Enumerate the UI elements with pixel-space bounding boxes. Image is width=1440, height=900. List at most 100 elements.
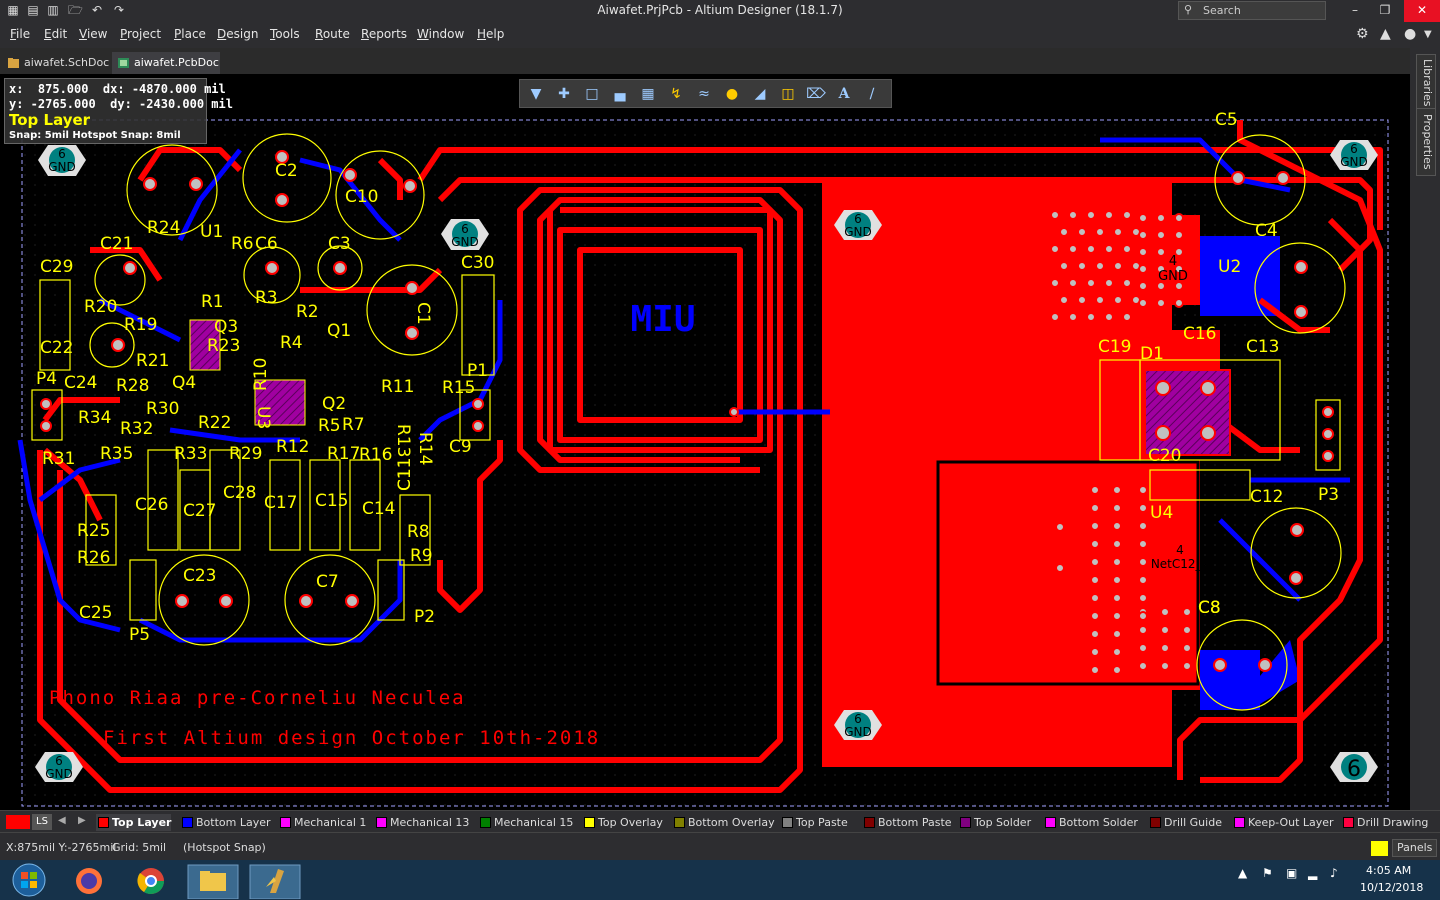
designator-r7[interactable]: R7 [342,415,365,435]
scroll-left-icon[interactable]: ◀ [58,815,66,826]
pcb-board-drawing[interactable]: 6 GND 6 GND 6 GND 6 GND 6 GND 6 GND 6 4 … [0,74,1410,810]
designator-r19[interactable]: R19 [124,315,157,335]
designator-u4[interactable]: U4 [1150,503,1173,523]
text-icon[interactable]: A [833,83,855,105]
menu-place[interactable]: Place [174,27,206,41]
designator-r15[interactable]: R15 [442,378,475,398]
minimize-button[interactable]: – [1340,0,1370,22]
designator-c8[interactable]: C8 [1198,598,1221,618]
designator-c27[interactable]: C27 [183,501,217,521]
designator-r30[interactable]: R30 [146,399,179,419]
designator-p1[interactable]: P1 [467,361,488,381]
layer-tab-mechanical-13[interactable]: Mechanical 13 [374,814,469,831]
designator-r1[interactable]: R1 [201,292,224,312]
designator-c22[interactable]: C22 [40,338,74,358]
clock-time[interactable]: 4:05 AM [1366,864,1411,877]
designator-c3[interactable]: C3 [328,234,351,254]
menu-view[interactable]: View [79,27,107,41]
restore-button[interactable]: ❐ [1370,0,1400,22]
designator-r5[interactable]: R5 [318,416,341,436]
layer-set-button[interactable]: LS [32,814,52,830]
menu-window[interactable]: Window [417,27,464,41]
pcb-editor-canvas[interactable]: 6 GND 6 GND 6 GND 6 GND 6 GND 6 GND 6 4 … [0,74,1410,810]
route-icon[interactable]: ↯ [665,83,687,105]
menu-design[interactable]: Design [217,27,258,41]
layer-tab-bottom-overlay[interactable]: Bottom Overlay [672,814,775,831]
designator-r8[interactable]: R8 [407,522,430,542]
designator-q4[interactable]: Q4 [172,373,196,393]
designator-c9[interactable]: C9 [449,437,472,457]
designator-r32[interactable]: R32 [120,419,153,439]
designator-c23[interactable]: C23 [183,566,217,586]
line-icon[interactable]: ∕ [861,83,883,105]
designator-r2[interactable]: R2 [296,302,319,322]
network-flag-icon[interactable]: ⚑ [1262,866,1273,880]
current-layer-swatch[interactable] [6,815,30,829]
menu-route[interactable]: Route [315,27,350,41]
designator-c7[interactable]: C7 [316,572,339,592]
volume-icon[interactable]: ♪ [1330,866,1338,880]
layer-tab-bottom-layer[interactable]: Bottom Layer [180,814,271,831]
designator-c28[interactable]: C28 [223,483,257,503]
polygon-icon[interactable]: ◫ [777,83,799,105]
layer-tab-top-solder[interactable]: Top Solder [958,814,1031,831]
layer-tab-top-layer[interactable]: Top Layer [96,814,172,831]
pour-icon[interactable]: ◢ [749,83,771,105]
designator-r24[interactable]: R24 [147,218,180,238]
designator-c11[interactable]: C11 [395,457,415,491]
designator-p4[interactable]: P4 [36,369,57,389]
designator-c15[interactable]: C15 [315,491,349,511]
add-icon[interactable]: ✚ [553,83,575,105]
designator-p2[interactable]: P2 [414,607,435,627]
search-input[interactable]: ⚲ Search [1178,1,1326,20]
designator-c10[interactable]: C10 [345,187,379,207]
component-icon[interactable]: ▦ [637,83,659,105]
menu-tools[interactable]: Tools [270,27,300,41]
designator-c24[interactable]: C24 [64,373,98,393]
file-explorer-icon[interactable] [186,863,240,899]
designator-c5[interactable]: C5 [1215,110,1238,130]
designator-r35[interactable]: R35 [100,444,133,464]
designator-r34[interactable]: R34 [78,408,111,428]
scroll-right-icon[interactable]: ▶ [78,815,86,826]
designator-r14[interactable]: R14 [415,432,435,465]
designator-r33[interactable]: R33 [174,444,207,464]
designator-r29[interactable]: R29 [229,444,262,464]
designator-r11[interactable]: R11 [381,377,414,397]
settings-gear-icon[interactable]: ⚙ [1356,26,1369,42]
designator-u1[interactable]: U1 [200,222,223,242]
designator-r6[interactable]: R6 [231,234,254,254]
designator-r12[interactable]: R12 [276,437,309,457]
designator-r22[interactable]: R22 [198,413,231,433]
menu-edit[interactable]: Edit [44,27,67,41]
designator-c21[interactable]: C21 [100,234,134,254]
designator-c20[interactable]: C20 [1148,446,1182,466]
layer-tab-drill-drawing[interactable]: Drill Drawing [1341,814,1428,831]
designator-r21[interactable]: R21 [136,351,169,371]
notification-bell-icon[interactable]: ▲ [1380,26,1391,42]
device-icon[interactable]: ▣ [1286,866,1297,880]
designator-c4[interactable]: C4 [1255,221,1278,241]
designator-q2[interactable]: Q2 [322,394,346,414]
designator-c14[interactable]: C14 [362,499,396,519]
designator-r4[interactable]: R4 [280,333,303,353]
designator-c1[interactable]: C1 [413,302,433,325]
designator-c13[interactable]: C13 [1246,337,1280,357]
close-button[interactable]: ✕ [1404,0,1440,22]
designator-c16[interactable]: C16 [1183,324,1217,344]
firefox-icon[interactable] [62,863,116,899]
filter-icon[interactable]: ▼ [525,83,547,105]
user-account-icon[interactable]: ● [1404,26,1416,42]
pin-icon[interactable]: ● [721,83,743,105]
dimension-icon[interactable]: ⌦ [805,83,827,105]
show-hidden-icons-icon[interactable]: ▲ [1238,866,1247,880]
layer-tab-mechanical-1[interactable]: Mechanical 1 [278,814,366,831]
designator-c6[interactable]: C6 [255,234,278,254]
clock-date[interactable]: 10/12/2018 [1360,881,1423,894]
designator-q1[interactable]: Q1 [327,321,351,341]
designator-u3[interactable]: U3 [253,406,273,429]
designator-p3[interactable]: P3 [1318,485,1339,505]
panels-button[interactable]: Panels [1392,839,1438,857]
properties-panel-tab[interactable]: Properties [1416,108,1436,176]
designator-c30[interactable]: C30 [461,253,495,273]
